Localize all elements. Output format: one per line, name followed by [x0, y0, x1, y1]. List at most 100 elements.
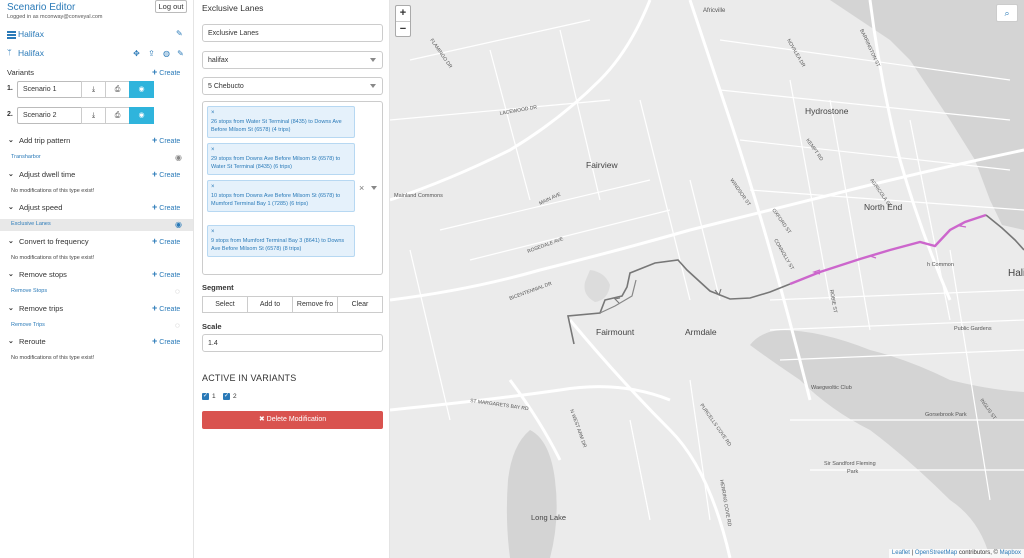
section-title: Reroute	[19, 337, 46, 346]
close-icon: ✖	[258, 416, 267, 423]
create-convert-to-frequency-button[interactable]: + Create	[152, 236, 180, 246]
chevron-down-icon: ⌄	[8, 238, 14, 245]
map-label: Park	[847, 469, 859, 475]
edit-bundle-pencil-icon[interactable]: ✎	[176, 49, 185, 58]
map-label: Long Lake	[531, 513, 566, 522]
scale-input[interactable]: 1.4	[202, 334, 383, 352]
variant-number: 2.	[7, 111, 13, 118]
map-label: Africville	[703, 8, 726, 14]
map-attribution: Leaflet | OpenStreetMap contributors, © …	[888, 549, 1024, 558]
variant-2-checkbox[interactable]: ✓	[223, 393, 230, 400]
section-add-trip-pattern[interactable]: ⌄ Add trip pattern + Create	[0, 135, 193, 147]
chevron-down-icon: ⌄	[8, 305, 14, 312]
modification-name[interactable]: Remove Stops	[11, 288, 47, 294]
modification-panel: Exclusive Lanes Exclusive Lanes halifax …	[194, 0, 390, 558]
remove-chip-icon[interactable]: ×	[211, 146, 351, 155]
create-variant-button[interactable]: + Create	[152, 67, 180, 77]
logged-in-text: Logged in as mconway@conveyal.com	[7, 14, 103, 20]
route-arrow	[613, 297, 621, 304]
remove-chip-icon[interactable]: ×	[211, 228, 351, 237]
leaflet-link[interactable]: Leaflet	[892, 550, 910, 556]
modification-item[interactable]: Remove Stops ◌	[0, 286, 193, 298]
modification-name[interactable]: Transharbor	[11, 154, 41, 160]
create-remove-trips-button[interactable]: + Create	[152, 303, 180, 313]
osm-link[interactable]: OpenStreetMap	[915, 550, 957, 556]
map-label: PURCELLS COVE RD	[698, 403, 732, 448]
route-select[interactable]: 5 Chebucto	[202, 77, 383, 95]
map-label: Gorsebrook Park	[925, 412, 967, 418]
print-icon[interactable]: ⎙	[105, 81, 130, 98]
segment-select-button[interactable]: Select	[202, 296, 248, 313]
section-adjust-dwell-time[interactable]: ⌄ Adjust dwell time + Create	[0, 169, 193, 181]
patterns-multiselect[interactable]: × 26 stops from Water St Terminal (8435)…	[202, 101, 383, 275]
pattern-chip[interactable]: × 29 stops from Downs Ave Before Milsom …	[207, 143, 355, 175]
remove-chip-icon[interactable]: ×	[211, 183, 351, 192]
zoom-control: + −	[395, 5, 411, 37]
clear-all-icon[interactable]: ×	[359, 183, 364, 193]
print-icon[interactable]: ⎙	[105, 107, 130, 124]
show-variant-eye-icon[interactable]: ◉	[129, 107, 154, 124]
map-label: FLAMINGO DR	[428, 38, 453, 70]
eye-slash-icon[interactable]: ◌	[175, 321, 180, 330]
pond-water	[584, 270, 610, 302]
section-remove-stops[interactable]: ⌄ Remove stops + Create	[0, 269, 193, 281]
create-remove-stops-button[interactable]: + Create	[152, 269, 180, 279]
variant-2-label: 2	[233, 393, 237, 400]
long-lake-water	[506, 430, 557, 558]
download-icon[interactable]: ⤓	[81, 81, 106, 98]
edit-project-pencil-icon[interactable]: ✎	[176, 30, 184, 38]
delete-modification-button[interactable]: ✖ Delete Modification	[202, 411, 383, 429]
modification-name[interactable]: Remove Trips	[11, 322, 45, 328]
create-adjust-dwell-time-button[interactable]: + Create	[152, 169, 180, 179]
variant-name-input[interactable]: Scenario 1	[17, 81, 85, 98]
section-reroute[interactable]: ⌄ Reroute + Create	[0, 336, 193, 348]
remove-chip-icon[interactable]: ×	[211, 109, 351, 118]
eye-icon[interactable]: ◉	[175, 153, 182, 162]
map-label: ROSEDALE AVE	[527, 236, 565, 255]
section-remove-trips[interactable]: ⌄ Remove trips + Create	[0, 303, 193, 315]
section-convert-to-frequency[interactable]: ⌄ Convert to frequency + Create	[0, 236, 193, 248]
bundle-name[interactable]: Halifax	[18, 48, 44, 58]
eye-icon[interactable]: ◉	[175, 220, 182, 229]
map-canvas[interactable]: Africville Hydrostone Fairview North End…	[390, 0, 1024, 558]
pattern-chip[interactable]: × 26 stops from Water St Terminal (8435)…	[207, 106, 355, 138]
mapbox-link[interactable]: Mapbox	[1000, 550, 1021, 556]
upload-icon[interactable]: ⇪	[147, 49, 156, 58]
pattern-chip-label: 26 stops from Water St Terminal (8435) t…	[211, 118, 342, 134]
crosshair-icon[interactable]: ✥	[132, 49, 141, 58]
create-add-trip-pattern-button[interactable]: + Create	[152, 135, 180, 145]
zoom-out-button[interactable]: −	[396, 21, 410, 36]
segment-remove-button[interactable]: Remove fro	[292, 296, 338, 313]
globe-icon[interactable]: ◍	[162, 49, 171, 58]
download-icon[interactable]: ⤓	[81, 107, 106, 124]
eye-slash-icon[interactable]: ◌	[175, 287, 180, 296]
feed-select[interactable]: halifax	[202, 51, 383, 69]
chevron-down-icon[interactable]	[371, 186, 377, 190]
modification-item-selected[interactable]: Exclusive Lanes ◉	[0, 219, 193, 231]
modification-name[interactable]: Exclusive Lanes	[11, 221, 51, 227]
variant-name-input[interactable]: Scenario 2	[17, 107, 85, 124]
show-variant-eye-icon[interactable]: ◉	[129, 81, 154, 98]
section-title: Adjust speed	[19, 203, 63, 212]
modification-item[interactable]: Remove Trips ◌	[0, 320, 193, 332]
map-search-icon[interactable]: ⌕	[996, 4, 1018, 22]
modification-item[interactable]: Transharbor ◉	[0, 152, 193, 164]
bundle-row: ᛘ Halifax ✥ ⇪ ◍ ✎	[0, 48, 193, 60]
map-view[interactable]: Africville Hydrostone Fairview North End…	[390, 0, 1024, 558]
project-row[interactable]: Halifax ✎	[0, 29, 193, 41]
project-name[interactable]: Halifax	[18, 29, 44, 39]
scenario-sidebar: Scenario Editor Logged in as mconway@con…	[0, 0, 194, 558]
zoom-in-button[interactable]: +	[396, 6, 410, 21]
pattern-chip[interactable]: × 9 stops from Mumford Terminal Bay 3 (8…	[207, 225, 355, 257]
map-label: MAIN AVE	[538, 191, 562, 207]
variant-1-checkbox[interactable]: ✓	[202, 393, 209, 400]
section-adjust-speed[interactable]: ⌄ Adjust speed + Create	[0, 202, 193, 214]
segment-clear-button[interactable]: Clear	[337, 296, 383, 313]
segment-add-button[interactable]: Add to	[247, 296, 293, 313]
modification-name-input[interactable]: Exclusive Lanes	[202, 24, 383, 42]
logout-button[interactable]: Log out	[155, 0, 187, 13]
create-reroute-button[interactable]: + Create	[152, 336, 180, 346]
pattern-chip[interactable]: × 10 stops from Downs Ave Before Milsom …	[207, 180, 355, 212]
create-adjust-speed-button[interactable]: + Create	[152, 202, 180, 212]
chevron-down-icon: ⌄	[8, 204, 14, 211]
